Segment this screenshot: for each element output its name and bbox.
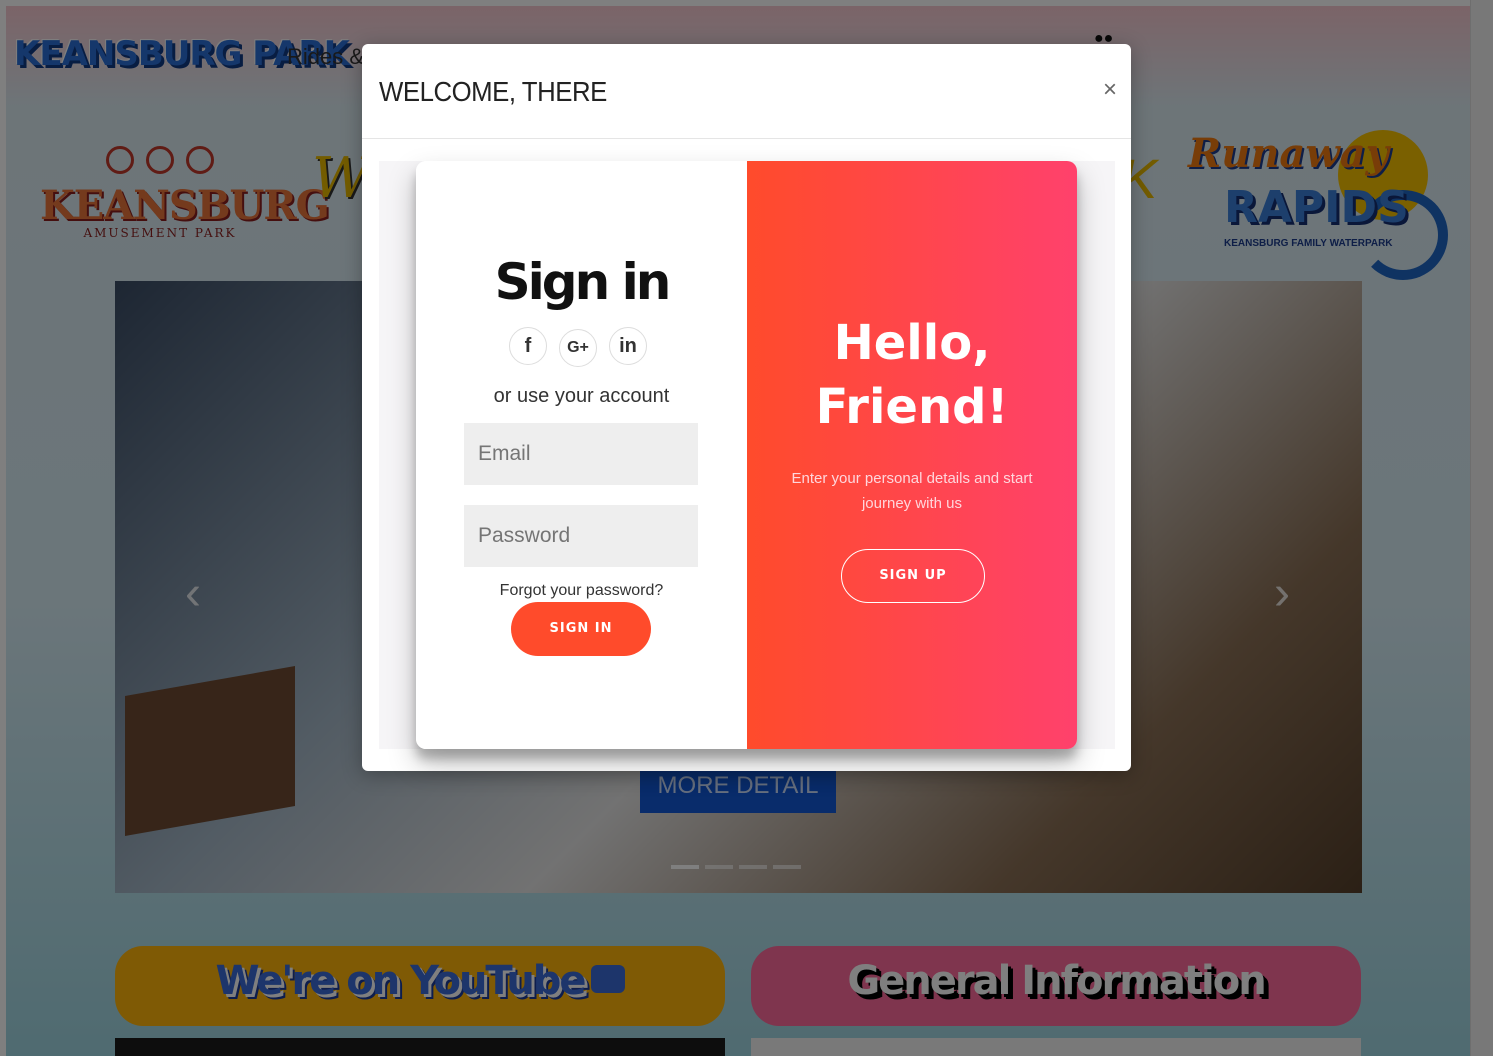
sign-up-button[interactable]: SIGN UP bbox=[841, 549, 985, 603]
email-field[interactable] bbox=[464, 423, 698, 485]
social-login-group: f G+ in bbox=[509, 327, 659, 367]
signin-panel: Sign in f G+ in or use your account Forgot… bbox=[416, 161, 747, 749]
password-field[interactable] bbox=[464, 505, 698, 567]
linkedin-icon[interactable]: in bbox=[609, 327, 647, 365]
modal-header: WELCOME, THERE × bbox=[362, 44, 1131, 139]
auth-card: Sign in f G+ in or use your account Forgot… bbox=[416, 161, 1077, 749]
google-plus-icon[interactable]: G+ bbox=[559, 329, 597, 367]
close-icon[interactable]: × bbox=[1103, 76, 1117, 104]
signin-title: Sign in bbox=[494, 253, 672, 311]
hello-panel: Hello, Friend! Enter your personal detai… bbox=[747, 161, 1077, 749]
welcome-modal: WELCOME, THERE × Sign in f G+ in or use yo… bbox=[362, 44, 1131, 771]
modal-title: WELCOME, THERE bbox=[379, 76, 607, 107]
sign-in-button[interactable]: SIGN IN bbox=[511, 602, 651, 656]
modal-body: Sign in f G+ in or use your account Forgot… bbox=[379, 161, 1115, 749]
hello-title: Hello, Friend! bbox=[815, 315, 1009, 435]
facebook-icon[interactable]: f bbox=[509, 327, 547, 365]
hello-subtitle: Enter your personal details and start jo… bbox=[791, 470, 1033, 512]
forgot-password-link[interactable]: Forgot your password? bbox=[416, 582, 747, 600]
or-use-account-text: or use your account bbox=[493, 385, 670, 407]
